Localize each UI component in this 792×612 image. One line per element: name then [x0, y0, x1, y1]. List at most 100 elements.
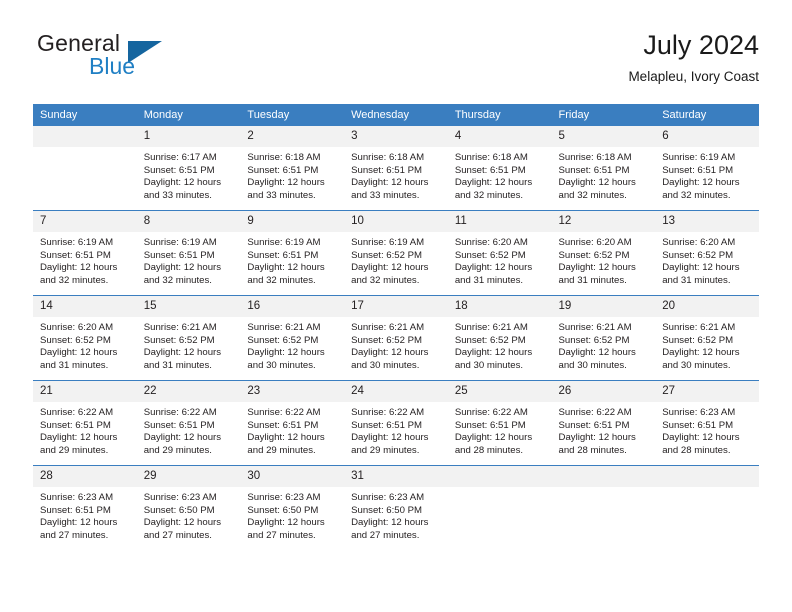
calendar-day-cell[interactable]: 7 Sunrise: 6:19 AM Sunset: 6:51 PM Daylight…: [33, 210, 137, 296]
calendar-day-cell[interactable]: 26 Sunrise: 6:22 AM Sunset: 6:51 PM Dayligh…: [551, 380, 656, 466]
day-number: 24: [344, 381, 448, 402]
day-number: 1: [136, 126, 241, 147]
daylight-text-line2: and 27 minutes.: [40, 529, 109, 541]
day-details: Sunrise: 6:21 AM Sunset: 6:52 PM Daylight:…: [655, 317, 759, 372]
day-number: 28: [33, 466, 137, 487]
calendar-day-cell[interactable]: 21 Sunrise: 6:22 AM Sunset: 6:51 PM Dayligh…: [33, 380, 137, 466]
calendar-day-cell[interactable]: 8 Sunrise: 6:19 AM Sunset: 6:51 PM Daylight…: [136, 210, 241, 296]
daylight-text-line1: Daylight: 12 hours: [143, 517, 222, 529]
sunrise-text: Sunrise: 6:19 AM: [143, 237, 217, 248]
logo-text-blue: Blue: [89, 53, 136, 79]
calendar-day-cell[interactable]: 20 Sunrise: 6:21 AM Sunset: 6:52 PM Dayligh…: [655, 295, 759, 381]
day-details: Sunrise: 6:20 AM Sunset: 6:52 PM Daylight:…: [448, 232, 552, 287]
location-subtitle: Melapleu, Ivory Coast: [628, 69, 759, 84]
sunset-text: Sunset: 6:51 PM: [247, 419, 319, 431]
sunset-text: Sunset: 6:50 PM: [143, 504, 215, 516]
day-number: 27: [655, 381, 759, 402]
sunset-text: Sunset: 6:51 PM: [143, 164, 215, 176]
daylight-text-line2: and 28 minutes.: [662, 444, 731, 456]
daylight-text-line2: and 32 minutes.: [454, 189, 524, 201]
calendar-day-cell[interactable]: 3 Sunrise: 6:18 AM Sunset: 6:51 PM Daylight…: [344, 126, 448, 211]
daylight-text-line2: and 31 minutes.: [454, 274, 524, 286]
weekday-header-saturday: Saturday: [655, 104, 759, 126]
day-details: Sunrise: 6:22 AM Sunset: 6:51 PM Daylight:…: [240, 402, 344, 457]
daylight-text-line1: Daylight: 12 hours: [247, 262, 325, 274]
calendar-day-cell[interactable]: 31 Sunrise: 6:23 AM Sunset: 6:50 PM Dayligh…: [344, 465, 448, 550]
day-number: 29: [136, 466, 241, 487]
weekday-header-tuesday: Tuesday: [240, 104, 345, 126]
calendar-day-cell[interactable]: 30 Sunrise: 6:23 AM Sunset: 6:50 PM Dayligh…: [240, 465, 345, 550]
sunset-text: Sunset: 6:51 PM: [558, 419, 630, 431]
calendar-day-cell[interactable]: 5 Sunrise: 6:18 AM Sunset: 6:51 PM Daylight…: [551, 126, 656, 211]
calendar-day-cell[interactable]: 14 Sunrise: 6:20 AM Sunset: 6:52 PM Dayligh…: [33, 295, 137, 381]
daylight-text-line1: Daylight: 12 hours: [558, 432, 636, 444]
sunrise-text: Sunrise: 6:19 AM: [40, 237, 114, 248]
daylight-text-line1: Daylight: 12 hours: [40, 262, 118, 274]
sunrise-text: Sunrise: 6:23 AM: [351, 492, 425, 503]
day-number: 23: [240, 381, 345, 402]
sunrise-text: Sunrise: 6:18 AM: [351, 152, 425, 163]
calendar-day-cell[interactable]: 16 Sunrise: 6:21 AM Sunset: 6:52 PM Dayligh…: [240, 295, 345, 381]
daylight-text-line1: Daylight: 12 hours: [143, 262, 222, 274]
sunrise-text: Sunrise: 6:21 AM: [662, 322, 736, 333]
sunset-text: Sunset: 6:52 PM: [662, 249, 734, 261]
daylight-text-line2: and 28 minutes.: [454, 444, 524, 456]
calendar-day-cell[interactable]: 13 Sunrise: 6:20 AM Sunset: 6:52 PM Dayligh…: [655, 210, 759, 296]
day-number: 3: [344, 126, 448, 147]
daylight-text-line1: Daylight: 12 hours: [662, 347, 740, 359]
calendar-day-cell[interactable]: 23 Sunrise: 6:22 AM Sunset: 6:51 PM Dayligh…: [240, 380, 345, 466]
calendar-day-cell[interactable]: 2 Sunrise: 6:18 AM Sunset: 6:51 PM Daylight…: [240, 126, 345, 211]
calendar-day-cell[interactable]: 24 Sunrise: 6:22 AM Sunset: 6:51 PM Dayligh…: [344, 380, 448, 466]
calendar-day-cell[interactable]: 6 Sunrise: 6:19 AM Sunset: 6:51 PM Daylight…: [655, 126, 759, 211]
sunrise-text: Sunrise: 6:18 AM: [454, 152, 528, 163]
day-details: Sunrise: 6:23 AM Sunset: 6:50 PM Daylight:…: [344, 487, 448, 542]
calendar-table: Sunday Monday Tuesday Wednesday Thursday…: [33, 104, 759, 550]
sunset-text: Sunset: 6:51 PM: [143, 419, 215, 431]
calendar-day-cell[interactable]: 11 Sunrise: 6:20 AM Sunset: 6:52 PM Dayligh…: [447, 210, 552, 296]
calendar-day-cell[interactable]: 1 Sunrise: 6:17 AM Sunset: 6:51 PM Daylight…: [136, 126, 241, 211]
calendar-day-cell[interactable]: 10 Sunrise: 6:19 AM Sunset: 6:52 PM Dayligh…: [344, 210, 448, 296]
daylight-text-line2: and 30 minutes.: [351, 359, 420, 371]
day-details: Sunrise: 6:19 AM Sunset: 6:51 PM Daylight:…: [655, 147, 759, 202]
daylight-text-line2: and 29 minutes.: [351, 444, 420, 456]
day-number: [33, 126, 137, 147]
day-number: 22: [136, 381, 241, 402]
sunset-text: Sunset: 6:52 PM: [143, 334, 215, 346]
daylight-text-line1: Daylight: 12 hours: [662, 432, 740, 444]
daylight-text-line2: and 27 minutes.: [143, 529, 212, 541]
daylight-text-line1: Daylight: 12 hours: [40, 432, 118, 444]
calendar-day-cell[interactable]: 9 Sunrise: 6:19 AM Sunset: 6:51 PM Daylight…: [240, 210, 345, 296]
day-details: Sunrise: 6:22 AM Sunset: 6:51 PM Daylight:…: [448, 402, 552, 457]
calendar-day-cell[interactable]: 18 Sunrise: 6:21 AM Sunset: 6:52 PM Dayligh…: [447, 295, 552, 381]
sunrise-text: Sunrise: 6:22 AM: [143, 407, 217, 418]
calendar-day-cell[interactable]: 28 Sunrise: 6:23 AM Sunset: 6:51 PM Dayligh…: [33, 465, 137, 550]
sunset-text: Sunset: 6:50 PM: [247, 504, 319, 516]
sunset-text: Sunset: 6:51 PM: [558, 164, 630, 176]
sunset-text: Sunset: 6:52 PM: [558, 249, 630, 261]
calendar-day-cell[interactable]: 4 Sunrise: 6:18 AM Sunset: 6:51 PM Daylight…: [447, 126, 552, 211]
calendar-day-cell[interactable]: 29 Sunrise: 6:23 AM Sunset: 6:50 PM Dayligh…: [136, 465, 241, 550]
day-number: 15: [136, 296, 241, 317]
sunset-text: Sunset: 6:51 PM: [40, 419, 111, 431]
daylight-text-line1: Daylight: 12 hours: [351, 177, 429, 189]
sunset-text: Sunset: 6:51 PM: [143, 249, 215, 261]
day-number: 16: [240, 296, 345, 317]
calendar-day-cell[interactable]: 17 Sunrise: 6:21 AM Sunset: 6:52 PM Dayligh…: [344, 295, 448, 381]
calendar-day-cell[interactable]: 22 Sunrise: 6:22 AM Sunset: 6:51 PM Dayligh…: [136, 380, 241, 466]
daylight-text-line2: and 33 minutes.: [247, 189, 316, 201]
sunrise-text: Sunrise: 6:22 AM: [558, 407, 632, 418]
calendar-day-cell[interactable]: 19 Sunrise: 6:21 AM Sunset: 6:52 PM Dayligh…: [551, 295, 656, 381]
sunrise-text: Sunrise: 6:21 AM: [351, 322, 425, 333]
day-number: 12: [551, 211, 656, 232]
sunset-text: Sunset: 6:52 PM: [351, 249, 423, 261]
day-details: Sunrise: 6:19 AM Sunset: 6:51 PM Daylight:…: [137, 232, 241, 287]
calendar-day-cell[interactable]: 15 Sunrise: 6:21 AM Sunset: 6:52 PM Dayligh…: [136, 295, 241, 381]
daylight-text-line1: Daylight: 12 hours: [247, 517, 325, 529]
sunset-text: Sunset: 6:52 PM: [662, 334, 734, 346]
day-details: Sunrise: 6:21 AM Sunset: 6:52 PM Daylight:…: [240, 317, 344, 372]
daylight-text-line1: Daylight: 12 hours: [247, 347, 325, 359]
calendar-day-cell[interactable]: 27 Sunrise: 6:23 AM Sunset: 6:51 PM Dayligh…: [655, 380, 759, 466]
daylight-text-line1: Daylight: 12 hours: [662, 262, 740, 274]
calendar-day-cell[interactable]: 25 Sunrise: 6:22 AM Sunset: 6:51 PM Dayligh…: [447, 380, 552, 466]
calendar-day-cell[interactable]: 12 Sunrise: 6:20 AM Sunset: 6:52 PM Dayligh…: [551, 210, 656, 296]
